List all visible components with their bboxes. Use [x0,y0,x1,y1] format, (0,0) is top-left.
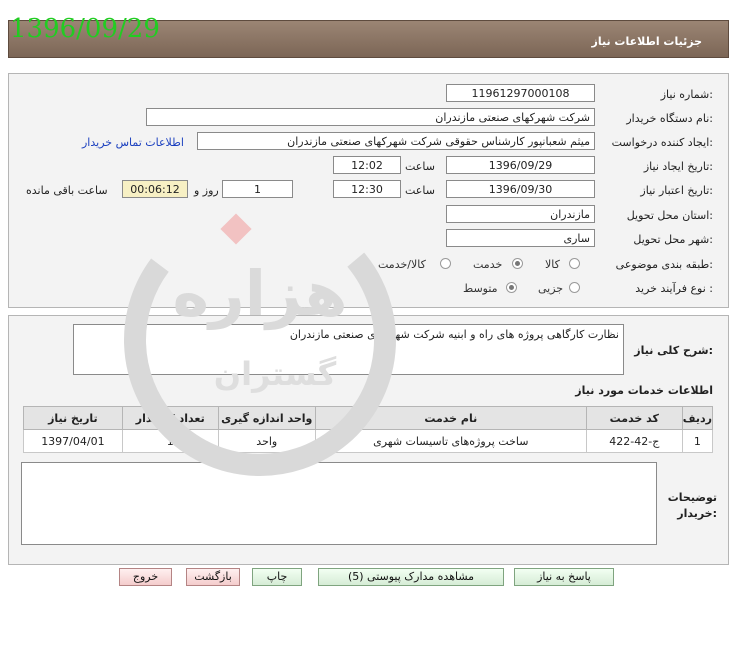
need-number-field: 11961297000108 [446,84,595,102]
services-title: اطلاعات خدمات مورد نیاز [575,384,713,397]
created-date-field: 1396/09/29 [446,156,595,174]
created-date-label: تاریخ ایجاد نیاز: [643,160,713,173]
col-qty: تعداد / مقدار [121,406,219,430]
process-label: نوع فرآیند خرید : [635,282,713,295]
category-option-goods: کالا [545,258,560,271]
requester-label: ایجاد کننده درخواست: [611,136,713,149]
exit-button[interactable]: خروج [119,568,172,586]
need-number-label: شماره نیاز: [660,88,713,101]
col-unit: واحد اندازه گیری [217,406,316,430]
back-button[interactable]: بازگشت [186,568,240,586]
buyer-notes-label-line2: خریدار: [677,507,717,520]
cell-qty: 1 [121,429,219,453]
province-label: استان محل تحویل: [626,209,713,222]
buyer-org-field: شرکت شهرکهای صنعتی مازندران [146,108,595,126]
province-field: مازندران [446,205,595,223]
created-time-field: 12:02 [333,156,401,174]
cell-name: ساخت پروژه‌های تاسیسات شهری [314,429,587,453]
table-row: 1 ج-42-422 ساخت پروژه‌های تاسیسات شهری و… [23,429,714,453]
remaining-time-field: 00:06:12 [122,180,188,198]
col-row: ردیف [681,406,714,430]
category-radio-goods-service[interactable] [440,258,451,269]
summary-textarea[interactable]: نظارت کارگاهی پروژه های راه و ابنیه شرکت… [73,324,624,375]
col-name: نام خدمت [314,406,587,430]
city-label: شهر محل تحویل: [633,233,713,246]
validity-time-field: 12:30 [333,180,401,198]
cell-unit: واحد [217,429,316,453]
cell-date: 1397/04/01 [23,429,123,453]
col-date: تاریخ نیاز [23,406,123,430]
category-radio-goods[interactable] [569,258,580,269]
buyer-contact-link[interactable]: اطلاعات تماس خریدار [82,136,184,149]
reply-button[interactable]: پاسخ به نیاز [514,568,614,586]
col-code: کد خدمت [585,406,683,430]
validity-time-label: ساعت [405,184,435,197]
services-table: ردیف کد خدمت نام خدمت واحد اندازه گیری ت… [23,406,714,453]
city-field: ساری [446,229,595,247]
process-radio-medium[interactable] [506,282,517,293]
category-option-service: خدمت [473,258,503,271]
summary-label: شرح کلی نیاز: [634,344,713,357]
created-time-label: ساعت [405,160,435,173]
requester-field: میثم شعبانپور کارشناس حقوقی شرکت شهرکهای… [197,132,595,150]
process-option-minor: جزیی [538,282,564,295]
remaining-time-label: ساعت باقی مانده [26,184,108,197]
process-radio-minor[interactable] [569,282,580,293]
remaining-days-field: 1 [222,180,293,198]
cell-row: 1 [681,429,714,453]
print-button[interactable]: چاپ [252,568,302,586]
cell-code: ج-42-422 [585,429,683,453]
attachments-button[interactable]: مشاهده مدارک پیوستی (5) [318,568,504,586]
process-option-medium: متوسط [463,282,498,295]
buyer-org-label: نام دستگاه خریدار: [626,112,713,125]
category-radio-service[interactable] [512,258,523,269]
table-header-row: ردیف کد خدمت نام خدمت واحد اندازه گیری ت… [23,406,714,430]
validity-date-field: 1396/09/30 [446,180,595,198]
buyer-notes-textarea[interactable] [21,462,657,545]
date-stamp: 1396/09/29 [10,14,160,44]
page-title: جزئیات اطلاعات نیاز [591,35,703,48]
category-label: طبقه بندی موضوعی: [615,258,713,271]
validity-date-label: تاریخ اعتبار نیاز: [640,184,713,197]
buyer-notes-label: توضیحات خریدار: [668,490,717,522]
category-option-goods-service: کالا/خدمت [378,258,426,271]
days-label: روز و [194,184,219,197]
buyer-notes-label-line1: توضیحات [667,491,717,504]
